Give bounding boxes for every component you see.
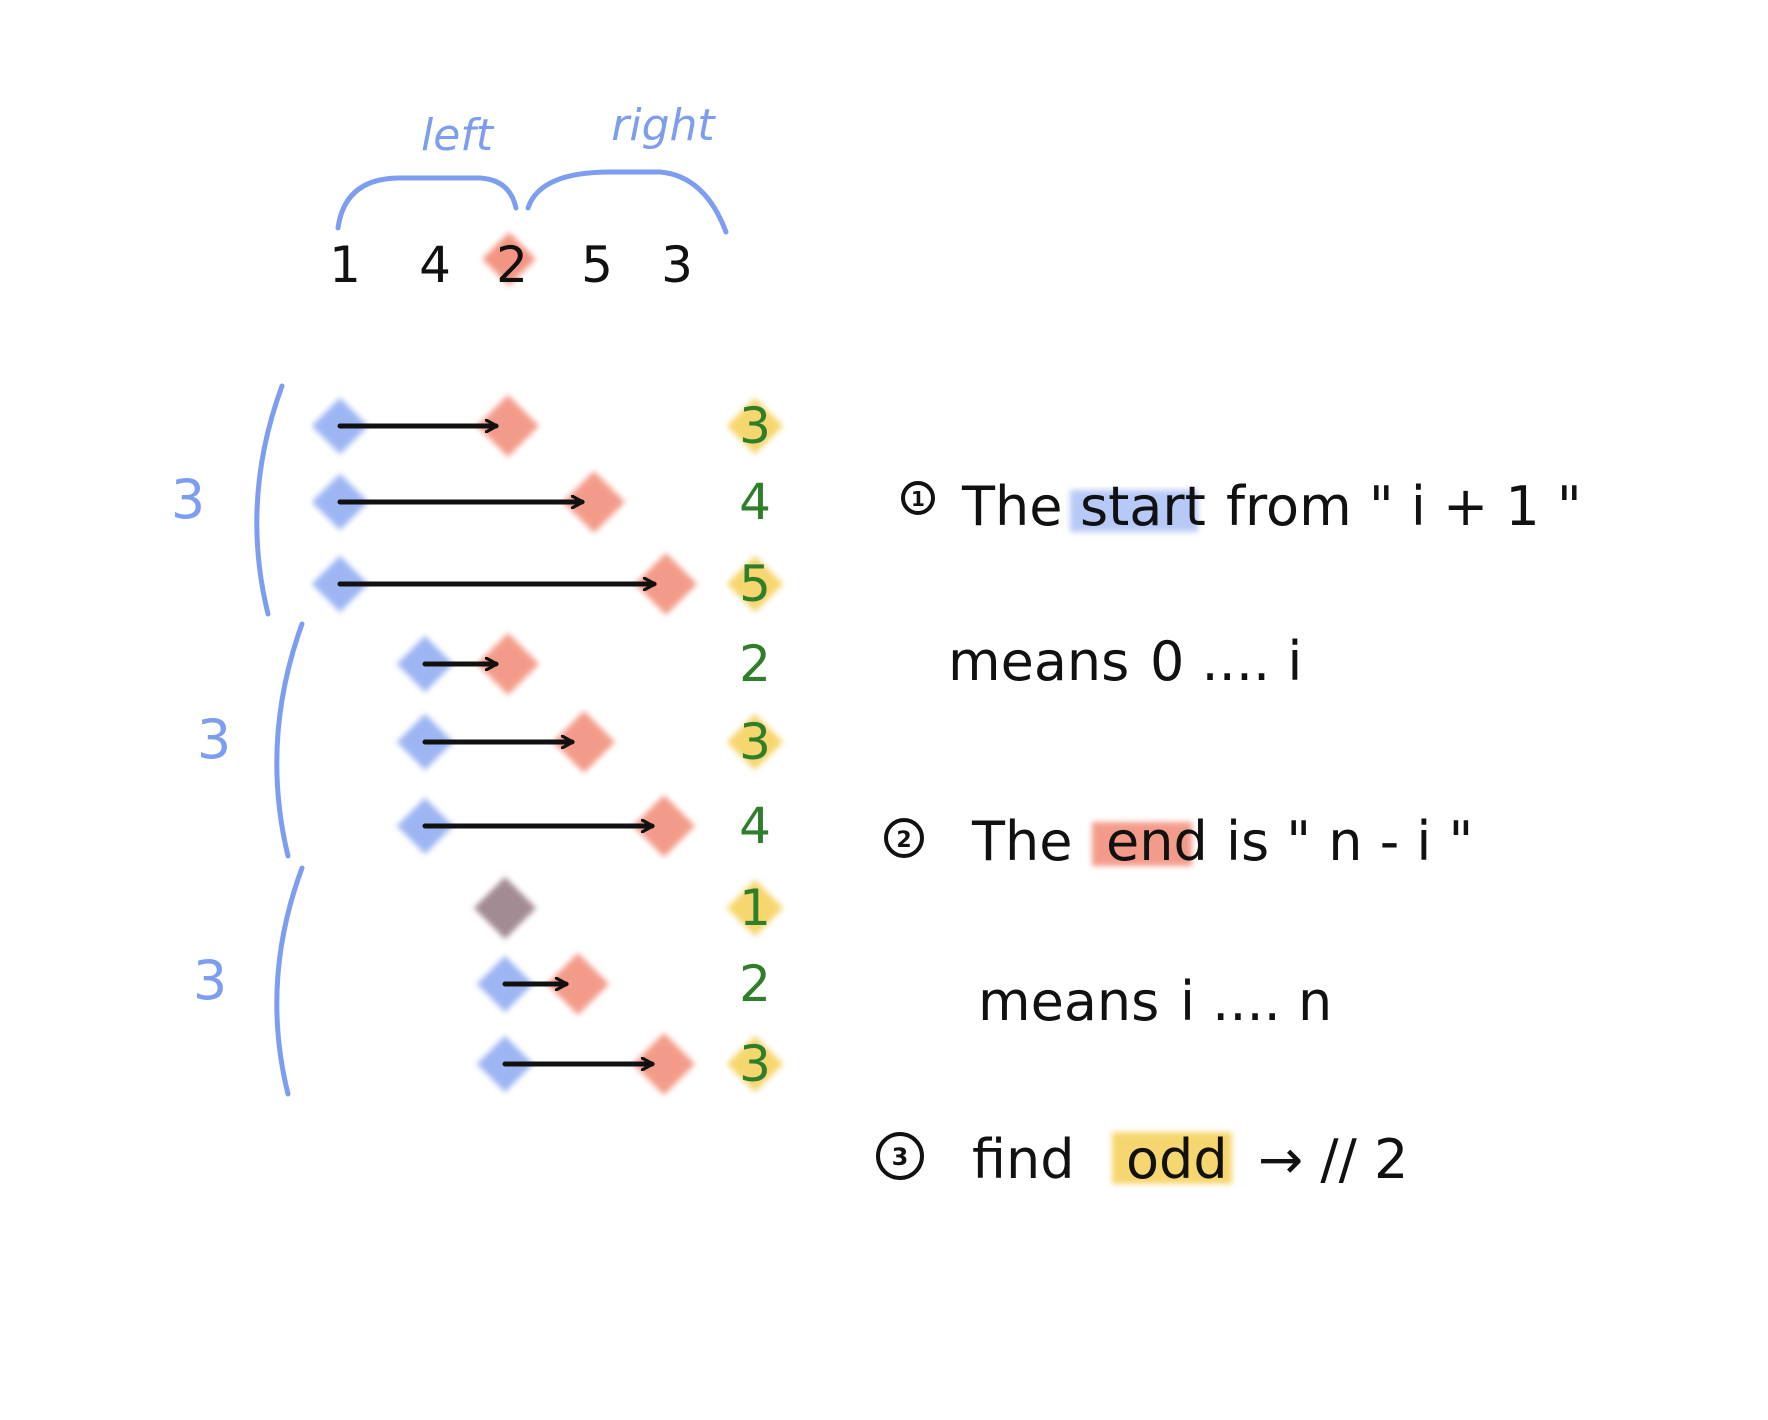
- group-count: 3: [171, 468, 205, 531]
- note-1-pre: The: [961, 475, 1062, 538]
- note-4-pre: means: [978, 970, 1159, 1033]
- note-5-post: → // 2: [1258, 1128, 1408, 1191]
- group-bracket: [254, 383, 285, 617]
- notes-section: 1 The start from " i + 1 " means 0 .... …: [876, 475, 1582, 1191]
- subarray-row: 4: [311, 470, 771, 534]
- note-4-post: i .... n: [1180, 970, 1332, 1033]
- note-5-number: 3: [892, 1143, 909, 1171]
- right-label: right: [611, 100, 716, 151]
- subarray-length: 3: [739, 713, 771, 771]
- right-brace: [525, 169, 729, 235]
- note-1-highlight: start: [1080, 475, 1206, 538]
- group-bracket: [274, 621, 305, 859]
- note-5-pre: find: [972, 1128, 1075, 1191]
- array-digit: 4: [419, 236, 451, 294]
- note-5-highlight: odd: [1126, 1128, 1228, 1191]
- subarray-row: 2: [476, 952, 771, 1016]
- subarray-row: 3: [396, 710, 784, 774]
- array-row: 14253: [329, 236, 693, 294]
- subarray-length: 2: [739, 955, 771, 1013]
- note-1-number: 1: [911, 487, 925, 511]
- left-label: left: [421, 110, 495, 161]
- subarray-row: 5: [311, 552, 784, 616]
- note-3-pre: The: [971, 810, 1072, 873]
- group-bracket: [274, 865, 305, 1097]
- array-digit: 1: [329, 236, 361, 294]
- array-digit: 3: [661, 236, 693, 294]
- subarray-rows: 3 4 5 2 3 4 1 2 3: [311, 394, 784, 1096]
- subarray-length: 4: [739, 797, 771, 855]
- subarray-row: 2: [396, 632, 771, 696]
- subarray-row: 4: [396, 794, 771, 858]
- diagram-canvas: left right 14253 345234123 333 1 The sta…: [171, 100, 1582, 1191]
- subarray-length: 5: [739, 555, 771, 613]
- header-section: left right 14253: [329, 100, 729, 294]
- note-3-highlight: end: [1106, 810, 1208, 873]
- subarray-row: 1: [473, 876, 784, 940]
- left-brace: [335, 175, 519, 231]
- subarray-length: 2: [739, 635, 771, 693]
- note-3-number: 2: [896, 828, 911, 853]
- note-2-pre: means: [948, 630, 1129, 693]
- single-marker: [473, 876, 537, 940]
- note-1-post: from " i + 1 ": [1226, 475, 1582, 538]
- group-count: 3: [193, 949, 227, 1012]
- array-digit: 2: [496, 236, 528, 294]
- subarray-row: 3: [311, 394, 784, 458]
- group-brackets: 3 3 3: [171, 383, 305, 1097]
- subarray-length: 3: [739, 1035, 771, 1093]
- subarray-row: 3: [476, 1032, 784, 1096]
- subarray-length: 4: [739, 473, 771, 531]
- array-digit: 5: [581, 236, 613, 294]
- subarray-length: 3: [739, 397, 771, 455]
- note-3-post: is " n - i ": [1226, 810, 1473, 873]
- note-2-post: 0 .... i: [1150, 630, 1302, 693]
- group-count: 3: [197, 708, 231, 771]
- subarray-length: 1: [739, 879, 771, 937]
